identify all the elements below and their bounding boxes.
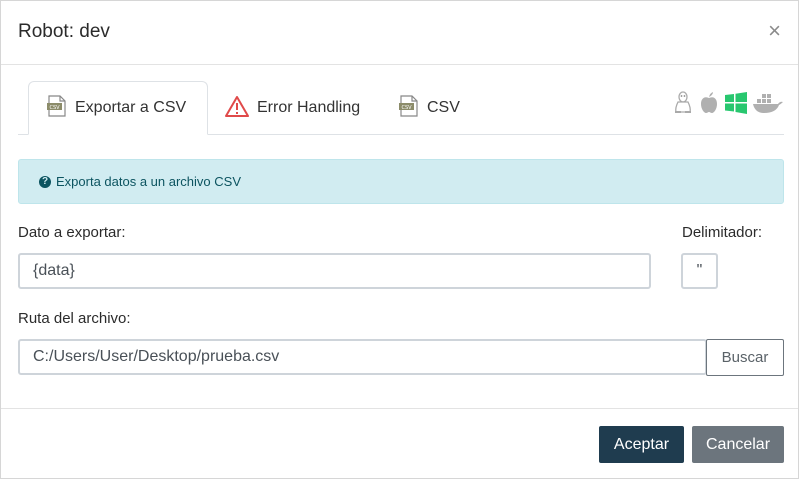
tab-csv[interactable]: CSV CSV — [399, 81, 479, 135]
tab-label: Exportar a CSV — [75, 99, 187, 116]
delimiter-label: Delimitador: — [682, 224, 763, 241]
dialog-title: Robot: dev — [18, 21, 110, 42]
data-input[interactable]: {data} — [18, 253, 651, 289]
tab-exportar-csv[interactable]: CSV Exportar a CSV — [28, 81, 208, 135]
question-circle-icon: ? — [39, 175, 51, 188]
info-text: Exporta datos a un archivo CSV — [56, 174, 241, 189]
path-label: Ruta del archivo: — [18, 310, 131, 327]
accept-button[interactable]: Aceptar — [599, 426, 684, 463]
tab-bar: CSV Exportar a CSV Error Handling CSV CS… — [18, 81, 784, 135]
info-alert: ? Exporta datos a un archivo CSV — [18, 159, 784, 204]
tab-label: CSV — [427, 99, 460, 116]
csv-file-icon: CSV — [399, 94, 419, 122]
robot-dialog: Robot: dev × CSV Exportar a CSV Error Ha… — [0, 0, 799, 479]
delimiter-input[interactable]: " — [681, 253, 718, 289]
dialog-header: Robot: dev × — [1, 1, 798, 65]
path-input[interactable]: C:/Users/User/Desktop/prueba.csv — [18, 339, 707, 375]
close-icon[interactable]: × — [768, 20, 781, 42]
warning-icon — [225, 95, 249, 122]
browse-button[interactable]: Buscar — [706, 339, 784, 376]
apple-icon — [698, 91, 720, 120]
docker-icon — [752, 91, 784, 120]
svg-text:CSV: CSV — [401, 105, 412, 111]
footer-divider — [1, 408, 798, 409]
cancel-button[interactable]: Cancelar — [692, 426, 784, 463]
os-icons — [672, 91, 784, 120]
csv-file-icon: CSV — [47, 94, 67, 122]
linux-icon — [672, 91, 694, 120]
svg-text:CSV: CSV — [49, 105, 60, 111]
windows-icon — [724, 91, 748, 120]
data-label: Dato a exportar: — [18, 224, 126, 241]
tab-label: Error Handling — [257, 99, 361, 116]
tab-error-handling[interactable]: Error Handling — [225, 81, 385, 135]
